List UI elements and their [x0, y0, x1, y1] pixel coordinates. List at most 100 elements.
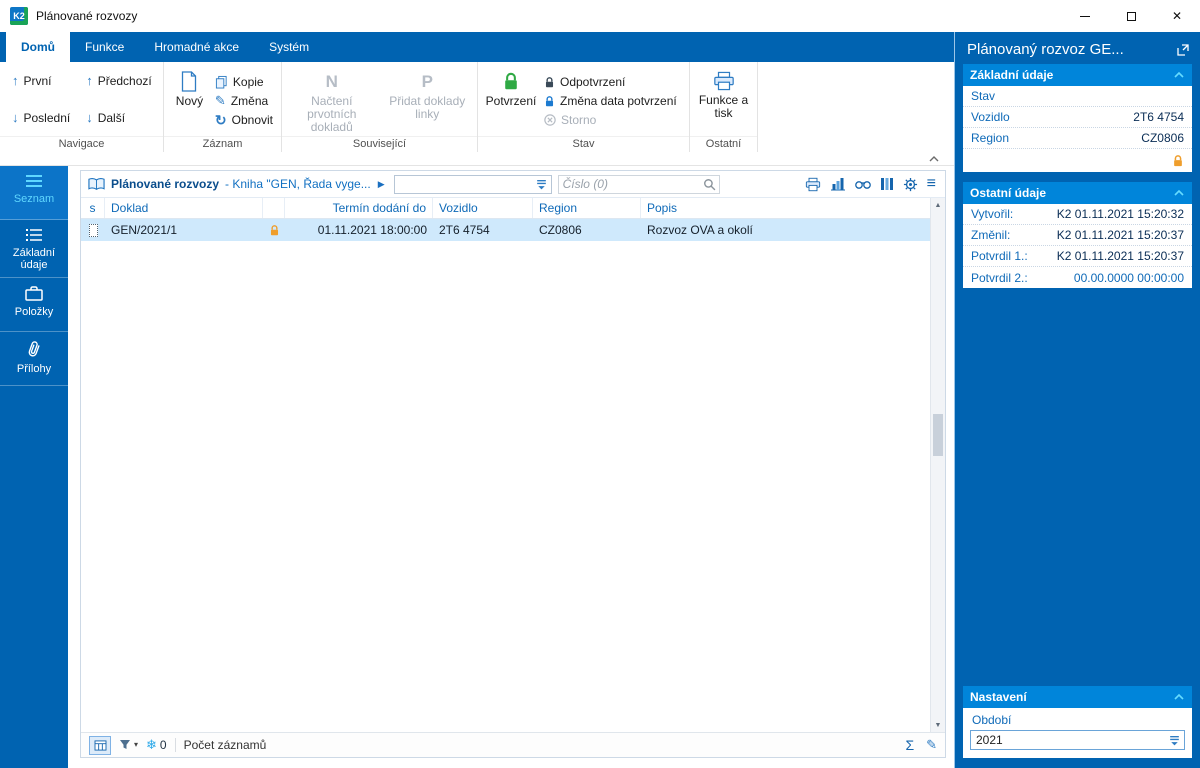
column-header-s[interactable]: s	[81, 198, 105, 218]
refresh-button[interactable]: ↻ Obnovit	[211, 111, 277, 129]
column-header-termin[interactable]: Termín dodání do	[285, 198, 433, 218]
field-label: Změnil:	[971, 228, 1011, 242]
previous-button[interactable]: ↑ Předchozí	[82, 62, 156, 99]
menu-icon[interactable]: ≡	[927, 176, 936, 192]
ribbon-group-souvisejici: N Načtení prvotních dokladů P Přidat dok…	[282, 62, 478, 152]
records-count-label: Počet záznamů	[183, 738, 267, 752]
first-button[interactable]: ↑ První	[8, 62, 74, 99]
tab-domu[interactable]: Domů	[6, 32, 70, 62]
frozen-filter-indicator[interactable]: ❄ 0	[146, 737, 167, 753]
edit-pencil-icon[interactable]: ✎	[926, 738, 937, 751]
confirm-button[interactable]: Potvrzení	[482, 66, 540, 136]
field-zmenil: Změnil: K2 01.11.2021 15:20:37	[963, 225, 1192, 246]
field-vytvoril: Vytvořil: K2 01.11.2021 15:20:32	[963, 204, 1192, 225]
cell-popis: Rozvoz OVA a okolí	[647, 223, 753, 237]
pencil-icon: ✎	[214, 93, 226, 108]
filter-combo[interactable]	[393, 174, 552, 194]
load-source-docs-button: N Načtení prvotních dokladů	[286, 66, 378, 136]
snowflake-icon: ❄	[146, 737, 157, 752]
app-logo-icon: K2	[10, 7, 28, 25]
arrow-up-icon: ↑	[12, 72, 19, 88]
combo-dropdown-icon[interactable]	[1168, 734, 1181, 747]
scrollbar-track[interactable]	[931, 212, 945, 718]
group-label-stav: Stav	[478, 136, 689, 152]
column-header-region[interactable]: Region	[533, 198, 641, 218]
tab-hromadne-akce[interactable]: Hromadné akce	[139, 32, 254, 62]
copy-icon	[215, 75, 227, 89]
book-select-arrow-icon[interactable]: ▶	[378, 179, 385, 190]
collapse-ribbon-chevron-icon[interactable]	[928, 155, 940, 163]
section-header-zakladni[interactable]: Základní údaje	[963, 64, 1192, 86]
vertical-scrollbar[interactable]: ▲ ▼	[930, 198, 945, 732]
close-button[interactable]: ✕	[1154, 0, 1200, 32]
main-area: Plánované rozvozy - Kniha "GEN, Řada vyg…	[68, 166, 954, 768]
new-button[interactable]: Nový	[168, 66, 211, 136]
change-confirm-date-label: Změna data potvrzení	[560, 94, 677, 108]
copy-button[interactable]: Kopie	[211, 73, 277, 91]
new-label: Nový	[175, 94, 204, 108]
detail-panel-title: Plánovaný rozvoz GE...	[967, 41, 1124, 58]
tab-system[interactable]: Systém	[254, 32, 324, 62]
section-header-ostatni[interactable]: Ostatní údaje	[963, 182, 1192, 204]
field-potvrdil-2: Potvrdil 2.: 00.00.0000 00:00:00	[963, 267, 1192, 288]
column-view-toggle[interactable]	[89, 735, 111, 755]
maximize-button[interactable]	[1108, 0, 1154, 32]
title-bar: K2 Plánované rozvozy ✕	[0, 0, 1200, 32]
scroll-up-icon[interactable]: ▲	[931, 198, 945, 212]
column-header-lock[interactable]	[263, 198, 285, 218]
section-header-nastaveni[interactable]: Nastavení	[963, 686, 1192, 708]
sum-icon[interactable]: Σ	[905, 737, 914, 753]
app-window: K2 Plánované rozvozy ✕ Domů Funkce Hroma…	[0, 0, 1200, 768]
column-header-popis[interactable]: Popis	[641, 198, 930, 218]
chevron-up-icon	[1174, 71, 1184, 78]
field-label: Stav	[971, 89, 996, 103]
filter-button[interactable]: ▾	[119, 739, 138, 751]
row-cursor-icon	[88, 223, 98, 237]
sidebar-item-polozky[interactable]: Položky	[0, 278, 68, 332]
grid-status-bar: ▾ ❄ 0 Počet záznamů Σ ✎	[81, 732, 945, 757]
minimize-button[interactable]	[1062, 0, 1108, 32]
row-cursor-cell	[81, 219, 105, 241]
filter-count: 0	[159, 738, 167, 752]
field-label: Potvrdil 1.:	[971, 249, 1028, 263]
field-value: K2 01.11.2021 15:20:37	[1056, 228, 1184, 242]
field-potvrdil-1: Potvrdil 1.: K2 01.11.2021 15:20:37	[963, 246, 1192, 267]
cell-region: CZ0806	[539, 223, 582, 237]
settings-gear-icon[interactable]	[903, 177, 918, 192]
last-button[interactable]: ↓ Poslední	[8, 99, 74, 136]
caret-down-icon: ▾	[134, 740, 139, 749]
table-row[interactable]: GEN/2021/1 01.11.2021 18:00:00 2T6 4754 …	[81, 219, 930, 241]
change-confirm-date-button[interactable]: Změna data potvrzení	[540, 92, 681, 110]
unconfirm-button[interactable]: Odpotvrzení	[540, 73, 681, 91]
records-table: s Doklad Termín dodání do Vozidlo Region…	[81, 198, 930, 732]
scroll-down-icon[interactable]: ▼	[931, 718, 945, 732]
binoculars-icon[interactable]	[854, 178, 871, 190]
combo-dropdown-icon	[536, 179, 546, 189]
sidebar-item-seznam[interactable]: Seznam	[0, 166, 68, 220]
sidebar-item-label: Položky	[14, 306, 54, 318]
period-combo	[970, 730, 1185, 750]
print-icon[interactable]	[805, 177, 821, 192]
column-header-vozidlo[interactable]: Vozidlo	[433, 198, 533, 218]
sidebar-item-zakladni-udaje[interactable]: Základní údaje	[0, 220, 68, 278]
records-grid: Plánované rozvozy - Kniha "GEN, Řada vyg…	[80, 170, 946, 758]
printer-icon	[713, 71, 734, 91]
grid-title: Plánované rozvozy	[111, 177, 220, 191]
tab-funkce[interactable]: Funkce	[70, 32, 139, 62]
next-button[interactable]: ↓ Další	[82, 99, 156, 136]
chart-icon[interactable]	[830, 177, 846, 191]
open-in-window-icon[interactable]	[1176, 43, 1190, 57]
period-input[interactable]	[971, 733, 1168, 747]
scrollbar-thumb[interactable]	[933, 414, 943, 457]
field-label: Vytvořil:	[971, 207, 1014, 221]
search-box	[557, 174, 720, 194]
ribbon: ↑ První ↓ Poslední ↑ Předchozí ↓ Další N…	[0, 62, 954, 152]
column-header-doklad[interactable]: Doklad	[105, 198, 263, 218]
search-input[interactable]	[558, 177, 703, 191]
functions-print-button[interactable]: Funkce a tisk	[695, 66, 753, 136]
change-button[interactable]: ✎ Změna	[211, 92, 277, 110]
sidebar-item-label: Seznam	[13, 193, 55, 205]
columns-icon[interactable]	[880, 177, 894, 191]
table-empty-area	[81, 241, 930, 732]
sidebar-item-prilohy[interactable]: Přílohy	[0, 332, 68, 386]
